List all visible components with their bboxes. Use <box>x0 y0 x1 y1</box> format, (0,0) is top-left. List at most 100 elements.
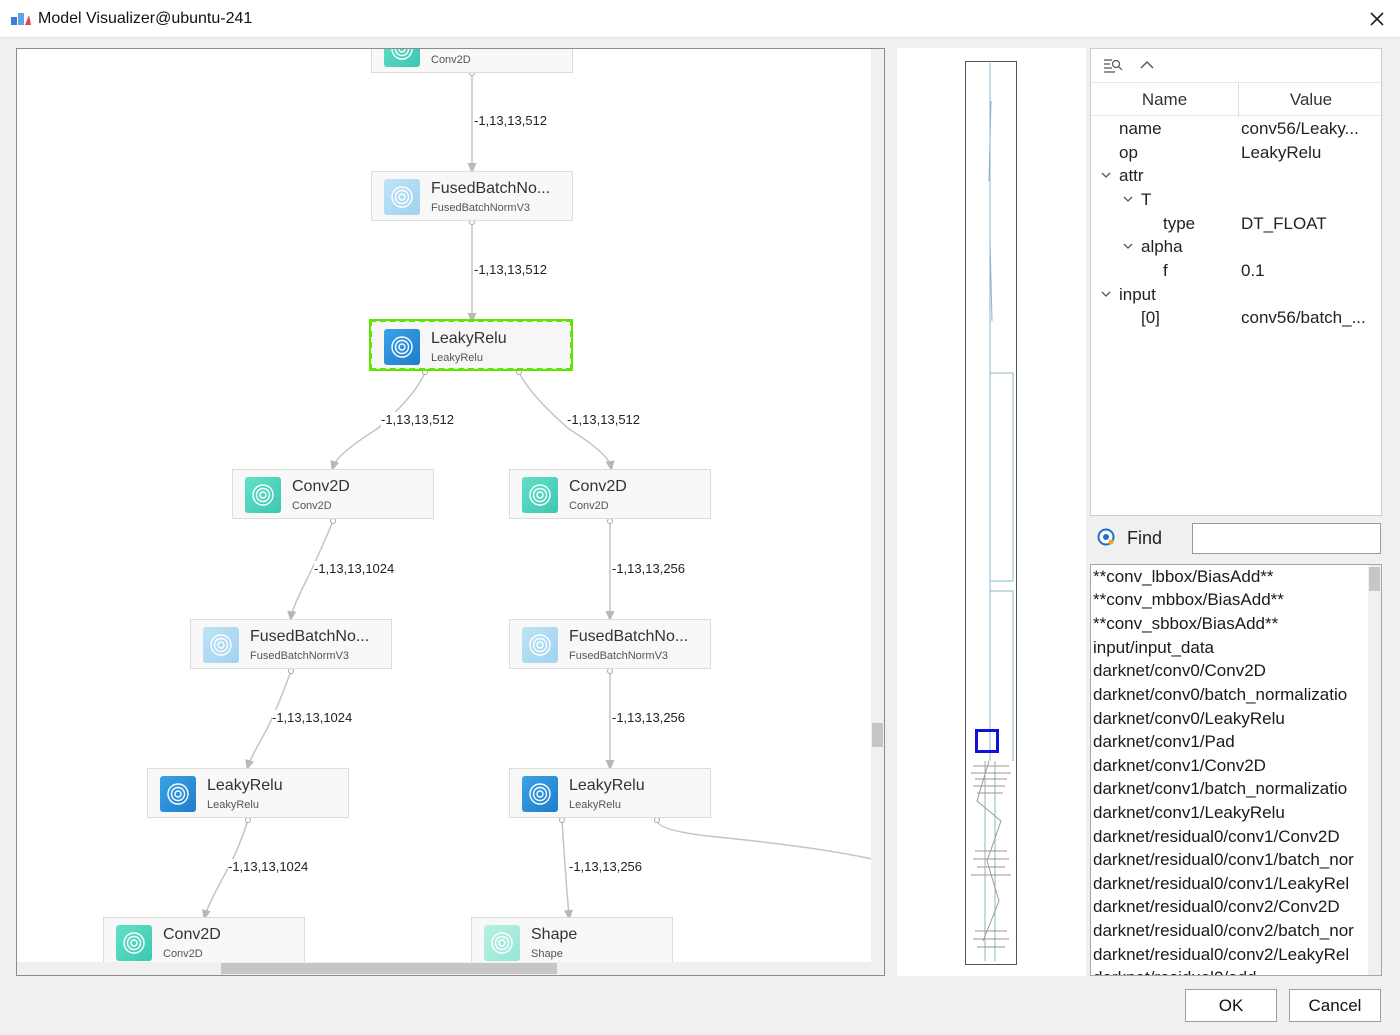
list-item[interactable]: darknet/conv0/batch_normalizatio <box>1093 685 1369 708</box>
property-row[interactable]: op LeakyRelu <box>1091 141 1381 164</box>
graph-node-fusedbatchnorm[interactable]: FusedBatchNo... FusedBatchNormV3 <box>371 171 573 221</box>
property-name: f <box>1163 261 1168 280</box>
column-header-value[interactable]: Value <box>1239 90 1383 110</box>
property-value: LeakyRelu <box>1241 143 1322 162</box>
list-item[interactable]: darknet/residual0/conv1/batch_nor <box>1093 850 1369 873</box>
node-type: Conv2D <box>569 500 609 512</box>
scrollbar-thumb[interactable] <box>1369 567 1380 591</box>
graph-node-conv2d[interactable]: Conv2D Conv2D <box>509 469 711 519</box>
list-item[interactable]: darknet/residual0/conv2/Conv2D <box>1093 897 1369 920</box>
property-name: [0] <box>1141 308 1160 327</box>
list-item[interactable]: **conv_mbbox/BiasAdd** <box>1093 590 1369 613</box>
property-row[interactable]: alpha <box>1091 235 1381 258</box>
property-row[interactable]: [0] conv56/batch_... <box>1091 306 1381 329</box>
list-item[interactable]: darknet/conv1/batch_normalizatio <box>1093 779 1369 802</box>
node-type: LeakyRelu <box>569 799 621 811</box>
find-results-scrollbar[interactable] <box>1368 565 1381 975</box>
property-row[interactable]: f 0.1 <box>1091 259 1381 282</box>
list-item[interactable]: **conv_sbbox/BiasAdd** <box>1093 614 1369 637</box>
list-item[interactable]: darknet/residual0/conv2/LeakyRel <box>1093 945 1369 968</box>
node-type: Conv2D <box>292 500 332 512</box>
node-op-icon <box>384 329 420 365</box>
node-type: Conv2D <box>163 948 203 960</box>
find-icon <box>1097 528 1115 546</box>
property-row[interactable]: T <box>1091 188 1381 211</box>
minimap[interactable] <box>897 48 1086 976</box>
ok-button[interactable]: OK <box>1185 989 1277 1022</box>
chevron-down-icon[interactable] <box>1122 240 1134 252</box>
property-name: alpha <box>1141 237 1183 256</box>
column-header-name[interactable]: Name <box>1091 90 1238 110</box>
property-value: DT_FLOAT <box>1241 214 1327 233</box>
list-item[interactable]: **conv_lbbox/BiasAdd** <box>1093 567 1369 590</box>
node-title: FusedBatchNo... <box>569 628 689 645</box>
list-item[interactable]: darknet/residual0/conv1/Conv2D <box>1093 827 1369 850</box>
graph-node-fusedbatchnorm[interactable]: FusedBatchNo... FusedBatchNormV3 <box>509 619 711 669</box>
close-button[interactable] <box>1354 0 1400 38</box>
find-input[interactable] <box>1192 523 1381 554</box>
list-item[interactable]: darknet/conv1/LeakyRelu <box>1093 803 1369 826</box>
node-title: FusedBatchNo... <box>250 628 370 645</box>
property-value: 0.1 <box>1241 261 1265 280</box>
graph-node-conv2d[interactable]: Conv2D Conv2D <box>232 469 434 519</box>
node-title: LeakyRelu <box>431 330 507 347</box>
edge-label: -1,13,13,256 <box>612 710 686 725</box>
node-title: Conv2D <box>569 478 627 495</box>
list-item[interactable]: darknet/residual0/add <box>1093 968 1369 975</box>
cancel-button[interactable]: Cancel <box>1289 989 1381 1022</box>
edge-label: -1,13,13,256 <box>569 859 643 874</box>
property-row[interactable]: name conv56/Leaky... <box>1091 117 1381 140</box>
list-item[interactable]: input/input_data <box>1093 638 1369 661</box>
properties-toolbar <box>1091 49 1381 82</box>
list-item[interactable]: darknet/conv1/Conv2D <box>1093 756 1369 779</box>
graph-node-fusedbatchnorm[interactable]: FusedBatchNo... FusedBatchNormV3 <box>190 619 392 669</box>
chevron-down-icon[interactable] <box>1122 193 1134 205</box>
property-row[interactable]: input <box>1091 283 1381 306</box>
edge-label: -1,13,13,1024 <box>272 710 353 725</box>
edge-label: -1,13,13,512 <box>474 113 548 128</box>
node-op-icon <box>116 925 152 961</box>
minimap-viewport[interactable] <box>975 729 999 753</box>
find-results-list[interactable]: **conv_lbbox/BiasAdd** **conv_mbbox/Bias… <box>1090 564 1382 976</box>
chevron-down-icon[interactable] <box>1100 288 1112 300</box>
scrollbar-thumb[interactable] <box>872 723 883 747</box>
list-item[interactable]: darknet/residual0/conv1/LeakyRel <box>1093 874 1369 897</box>
property-value: conv56/Leaky... <box>1241 119 1359 138</box>
property-row[interactable]: attr <box>1091 164 1381 187</box>
minimap-graph-overview <box>971 63 1014 961</box>
node-title: FusedBatchNo... <box>431 180 551 197</box>
list-item[interactable]: darknet/residual0/conv2/batch_nor <box>1093 921 1369 944</box>
graph-horizontal-scrollbar[interactable] <box>17 962 884 975</box>
chevron-down-icon[interactable] <box>1100 169 1112 181</box>
graph-node-leakyrelu[interactable]: LeakyRelu LeakyRelu <box>509 768 711 818</box>
property-row[interactable]: type DT_FLOAT <box>1091 212 1381 235</box>
search-list-icon[interactable] <box>1103 57 1123 73</box>
list-item[interactable]: darknet/conv0/LeakyRelu <box>1093 709 1369 732</box>
properties-header: Name Value <box>1091 82 1383 117</box>
node-op-icon <box>522 776 558 812</box>
property-name: T <box>1141 190 1152 209</box>
chevron-up-icon[interactable] <box>1137 57 1157 73</box>
list-item[interactable]: darknet/conv0/Conv2D <box>1093 661 1369 684</box>
find-bar: Find <box>1090 520 1382 560</box>
node-type: LeakyRelu <box>431 352 483 364</box>
graph-node-leakyrelu-selected[interactable]: LeakyRelu LeakyRelu <box>369 319 573 371</box>
property-name: name <box>1119 119 1162 138</box>
node-type: FusedBatchNormV3 <box>431 202 531 214</box>
graph-node-leakyrelu[interactable]: LeakyRelu LeakyRelu <box>147 768 349 818</box>
node-title: Conv2D <box>292 478 350 495</box>
graph-node-conv2d[interactable]: Conv2D <box>371 49 573 73</box>
graph-canvas[interactable]: -1,13,13,512 -1,13,13,512 -1,13,13,512 -… <box>16 48 885 976</box>
node-op-icon <box>384 179 420 215</box>
node-title: LeakyRelu <box>207 777 283 794</box>
node-type: Shape <box>531 948 563 960</box>
window-title: Model Visualizer@ubuntu-241 <box>38 10 253 27</box>
scrollbar-thumb[interactable] <box>221 963 557 974</box>
edge-label: -1,13,13,512 <box>567 412 641 427</box>
list-item[interactable]: darknet/conv1/Pad <box>1093 732 1369 755</box>
graph-vertical-scrollbar[interactable] <box>871 49 884 963</box>
graph-node-shape[interactable]: Shape Shape <box>471 917 673 967</box>
edge-label: -1,13,13,256 <box>612 561 686 576</box>
graph-node-conv2d[interactable]: Conv2D Conv2D <box>103 917 305 967</box>
node-op-icon <box>522 477 558 513</box>
